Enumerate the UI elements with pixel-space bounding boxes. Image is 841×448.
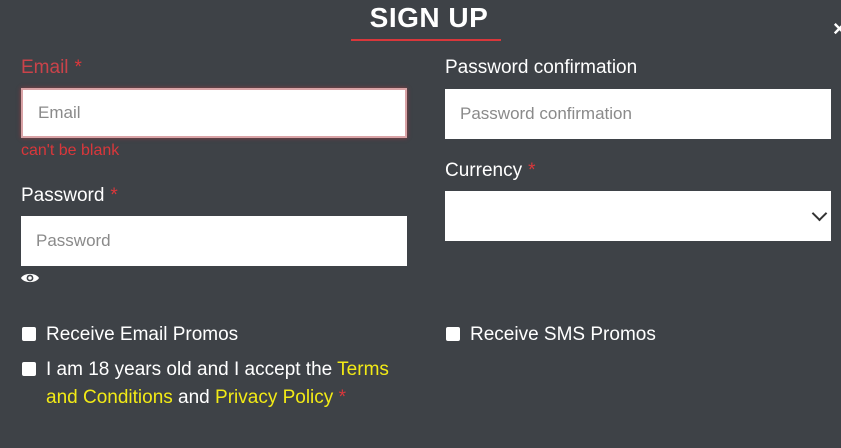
email-promos-label: Receive Email Promos — [46, 324, 239, 345]
password-label: Password * — [21, 185, 118, 207]
terms-checkbox[interactable] — [22, 362, 36, 376]
show-password-eye-icon[interactable] — [20, 270, 40, 286]
title-underline — [351, 39, 501, 41]
currency-label: Currency * — [445, 160, 535, 182]
required-mark: * — [528, 160, 536, 181]
password-label-text: Password — [21, 185, 105, 206]
currency-select[interactable] — [445, 191, 831, 241]
required-mark: * — [338, 387, 346, 408]
terms-and-text: and — [178, 387, 210, 408]
password-confirmation-label-text: Password confirmation — [445, 57, 638, 78]
email-error-message: can't be blank — [21, 142, 120, 159]
required-mark: * — [74, 57, 82, 78]
email-label: Email * — [21, 57, 82, 79]
privacy-policy-link[interactable]: Privacy Policy — [215, 387, 333, 408]
password-confirmation-label: Password confirmation — [445, 57, 637, 79]
close-icon[interactable]: × — [833, 16, 841, 42]
sms-promos-label: Receive SMS Promos — [470, 324, 656, 345]
email-label-text: Email — [21, 57, 69, 78]
email-input[interactable] — [21, 88, 407, 138]
terms-label: I am 18 years old and I accept the Terms… — [46, 356, 416, 412]
sms-promos-checkbox[interactable] — [446, 327, 460, 341]
currency-label-text: Currency — [445, 160, 523, 181]
password-input[interactable] — [21, 216, 407, 266]
chevron-down-icon — [811, 205, 828, 222]
required-mark: * — [110, 185, 118, 206]
password-confirmation-input[interactable] — [445, 89, 831, 139]
email-promos-checkbox[interactable] — [22, 327, 36, 341]
page-title: SIGN UP — [369, 2, 489, 33]
terms-text: I am 18 years old and I accept the — [46, 359, 333, 380]
